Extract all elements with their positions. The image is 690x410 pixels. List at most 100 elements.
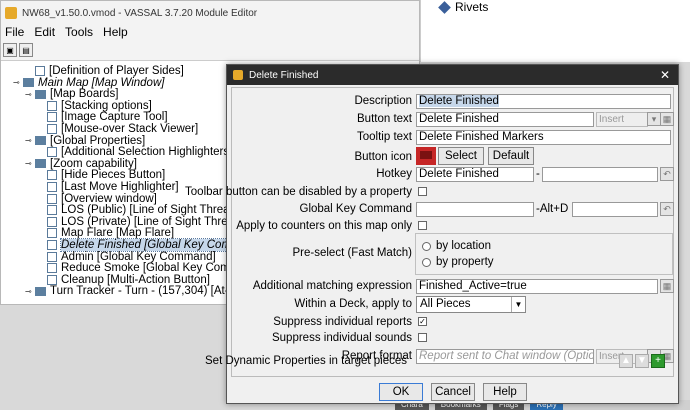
tree-node[interactable]: Cleanup [Multi-Action Button] (37, 274, 210, 286)
tree-node[interactable]: [Overview window] (37, 193, 157, 205)
tooltip-label: Tooltip text (357, 131, 412, 143)
additional-matching-field[interactable]: Finished_Active=true (416, 279, 658, 294)
add-icon[interactable]: + (651, 354, 665, 368)
expander-icon[interactable]: ⊸ (25, 90, 33, 99)
tree-node[interactable]: Map Flare [Map Flare] (37, 227, 174, 239)
expander-icon[interactable]: ⊸ (25, 159, 33, 168)
menu-file[interactable]: File (5, 25, 24, 41)
tree-node[interactable]: ⊸ Main Map [Map Window] (13, 77, 164, 89)
global-key-key-field[interactable] (572, 202, 658, 217)
document-icon (47, 205, 57, 216)
save-icon[interactable]: ▣ (3, 43, 17, 57)
document-icon (47, 170, 57, 181)
by-property-radio[interactable] (422, 258, 431, 267)
diamond-icon (438, 0, 451, 14)
tree-node[interactable]: [Image Capture Tool] (37, 111, 168, 123)
document-icon (47, 193, 57, 204)
editor-title: NW68_v1.50.0.vmod - VASSAL 3.7.20 Module… (22, 7, 258, 19)
by-location-radio[interactable] (422, 242, 431, 251)
folder-icon (35, 89, 46, 99)
tree-node[interactable]: ⊸ [Zoom capability] (25, 158, 137, 170)
within-deck-label: Within a Deck, apply to (294, 298, 412, 310)
menu-edit[interactable]: Edit (34, 25, 55, 41)
tree-node-label: Admin [Global Key Command] (61, 250, 216, 263)
tree-node[interactable]: ⊸ [Global Properties] (25, 135, 145, 147)
toolbar-disable-label: Toolbar button can be disabled by a prop… (185, 186, 412, 198)
cancel-button[interactable]: Cancel (431, 383, 475, 401)
tree-node[interactable]: Admin [Global Key Command] (37, 251, 216, 263)
document-icon (47, 216, 57, 227)
suppress-sounds-label: Suppress individual sounds (271, 332, 412, 344)
set-dynamic-label: Set Dynamic Properties in target pieces (205, 355, 407, 367)
expander-icon[interactable]: ⊸ (25, 136, 33, 145)
tree-node[interactable]: [Definition of Player Sides] (25, 65, 184, 77)
document-icon (47, 228, 57, 239)
tree-node[interactable]: LOS (Public) [Line of Sight Thread] (37, 204, 239, 216)
select-icon-button[interactable]: Select (438, 147, 484, 165)
menu-help[interactable]: Help (103, 25, 128, 41)
preselect-label: Pre-select (Fast Match) (292, 247, 413, 259)
hotkey-name-field[interactable]: Delete Finished (416, 167, 534, 182)
tree-node[interactable]: ⊸ [Map Boards] (25, 88, 118, 100)
document-icon (35, 66, 45, 76)
tree-node-label: [Definition of Player Sides] (49, 65, 184, 77)
tree-node-label: LOS (Private) [Line of Sight Thread] (61, 215, 244, 228)
tree-node[interactable]: [Last Move Highlighter] (37, 181, 179, 193)
suppress-reports-label: Suppress individual reports (273, 316, 412, 328)
save-as-icon[interactable]: ▤ (19, 43, 33, 57)
global-key-name-field[interactable] (416, 202, 534, 217)
tree-node[interactable]: [Additional Selection Highlighters] (37, 146, 232, 158)
expression-editor-icon[interactable]: ▦ (660, 112, 674, 126)
toolbar-disable-checkbox[interactable] (418, 187, 427, 196)
tree-node[interactable]: [Hide Pieces Button] (37, 169, 165, 181)
hotkey-separator: - (536, 168, 540, 180)
menu-tools[interactable]: Tools (65, 25, 93, 41)
help-button[interactable]: Help (483, 383, 527, 401)
editor-titlebar: NW68_v1.50.0.vmod - VASSAL 3.7.20 Module… (1, 1, 419, 25)
suppress-reports-checkbox[interactable]: ✓ (418, 317, 427, 326)
editor-toolbar: ▣ ▤ (1, 41, 419, 61)
dialog-title: Delete Finished (249, 69, 319, 81)
undo-icon[interactable]: ↶ (660, 167, 674, 181)
tree-node-label: Cleanup [Multi-Action Button] (61, 273, 210, 286)
button-text-field[interactable]: Delete Finished (416, 112, 594, 127)
suppress-sounds-checkbox[interactable] (418, 333, 427, 342)
description-field[interactable]: Delete Finished (416, 94, 671, 109)
undo-icon[interactable]: ↶ (660, 202, 674, 216)
tree-node-label: Main Map [Map Window] (38, 76, 165, 89)
description-label: Description (354, 95, 412, 107)
chevron-down-icon[interactable]: ▾ (647, 112, 661, 126)
within-deck-select[interactable]: All Pieces ▼ (416, 296, 526, 313)
dialog-titlebar: Delete Finished ✕ (227, 65, 678, 85)
document-icon (47, 124, 57, 134)
hotkey-key-field[interactable] (542, 167, 658, 182)
document-icon (47, 240, 57, 250)
expander-icon[interactable]: ⊸ (13, 78, 21, 87)
by-location-label: by location (436, 240, 491, 252)
tree-node-label: [Global Properties] (50, 134, 146, 147)
ok-button[interactable]: OK (379, 383, 423, 401)
tooltip-field[interactable]: Delete Finished Markers (416, 130, 671, 145)
editor-menubar: File Edit Tools Help (1, 25, 419, 41)
close-icon[interactable]: ✕ (660, 68, 670, 82)
default-icon-button[interactable]: Default (488, 147, 534, 165)
apply-map-checkbox[interactable] (418, 221, 427, 230)
folder-icon (35, 286, 46, 296)
tree-node-label: [Zoom capability] (50, 157, 137, 170)
tree-node[interactable]: LOS (Private) [Line of Sight Thread] (37, 216, 244, 228)
move-down-icon[interactable]: ▼ (635, 354, 649, 368)
report-format-field[interactable]: Report sent to Chat window (Optional) (416, 349, 594, 364)
expander-icon[interactable]: ⊸ (25, 287, 33, 296)
expression-editor-icon[interactable]: ▦ (660, 279, 674, 293)
tree-node-label: [Mouse-over Stack Viewer] (61, 123, 199, 135)
tree-node[interactable]: [Stacking options] (37, 100, 152, 112)
tree-node[interactable]: [Mouse-over Stack Viewer] (37, 123, 198, 135)
rivets-item[interactable]: Rivets (438, 0, 488, 14)
button-text-insert-combo[interactable]: Insert (596, 112, 648, 127)
dialog-body: Description Delete Finished Button text … (185, 87, 674, 377)
tree-node-label: [Map Boards] (50, 88, 119, 101)
chevron-down-icon: ▼ (511, 297, 525, 312)
folder-icon (35, 136, 46, 146)
folder-icon (23, 78, 34, 88)
move-up-icon[interactable]: ▲ (619, 354, 633, 368)
